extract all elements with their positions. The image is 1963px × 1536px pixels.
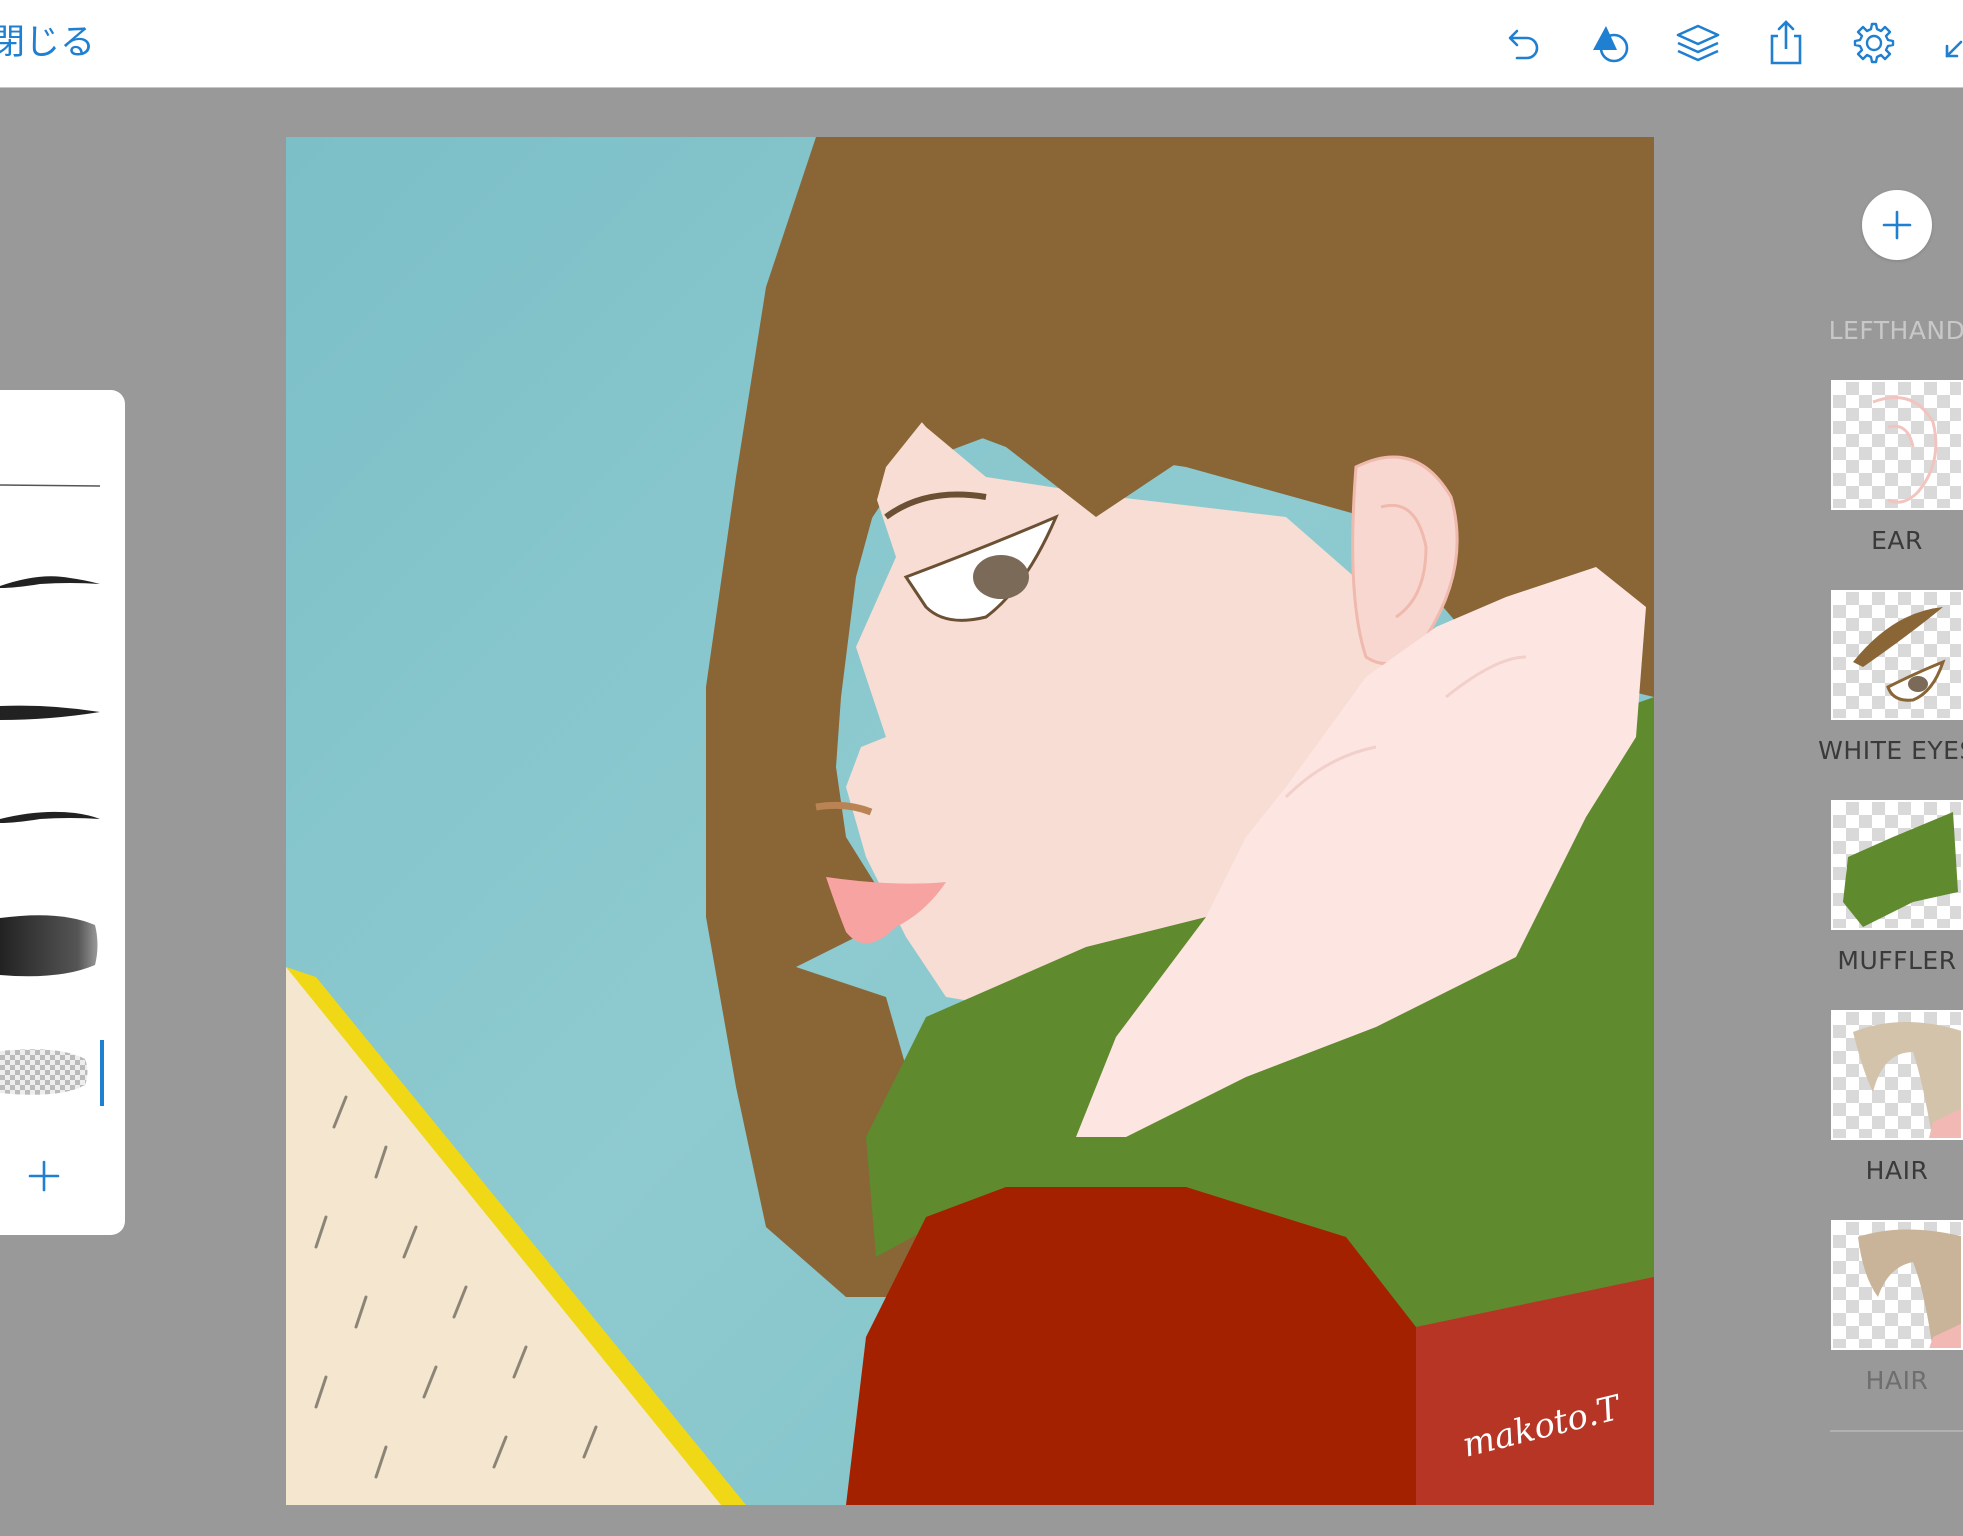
layer-list-divider xyxy=(1830,1430,1963,1432)
coat xyxy=(846,1187,1416,1505)
layer-label-muffler[interactable]: MUFFLER xyxy=(1787,946,1963,975)
top-toolbar: 閉じる xyxy=(0,0,1963,88)
artwork-canvas[interactable]: makoto.T xyxy=(286,137,1654,1505)
layer-thumb-hair-2[interactable] xyxy=(1831,1220,1963,1350)
brush-eraser[interactable] xyxy=(0,1045,100,1099)
undo-icon[interactable] xyxy=(1495,16,1549,70)
layer-thumb-ear[interactable] xyxy=(1831,380,1963,510)
close-button[interactable]: 閉じる xyxy=(0,18,95,68)
brush-fine-pen[interactable] xyxy=(0,475,100,495)
brush-tapered-2[interactable] xyxy=(0,700,100,724)
layer-thumb-white-eyes[interactable] xyxy=(1831,590,1963,720)
settings-icon[interactable] xyxy=(1847,16,1901,70)
brush-tapered-1[interactable] xyxy=(0,570,100,594)
brush-selected-indicator xyxy=(100,1040,104,1106)
collapse-icon[interactable] xyxy=(1935,16,1963,70)
add-layer-button[interactable] xyxy=(1862,190,1932,260)
layer-label-lefthand[interactable]: LEFTHAND xyxy=(1787,316,1963,345)
layer-label-hair[interactable]: HAIR xyxy=(1787,1156,1963,1185)
layer-label-ear[interactable]: EAR xyxy=(1787,526,1963,555)
layers-icon[interactable] xyxy=(1671,16,1725,70)
brush-soft-wash[interactable] xyxy=(0,910,100,980)
share-icon[interactable] xyxy=(1759,16,1813,70)
brush-panel xyxy=(0,390,125,1235)
layer-thumb-muffler[interactable] xyxy=(1831,800,1963,930)
brush-tapered-3[interactable] xyxy=(0,805,100,829)
shape-icon[interactable] xyxy=(1583,16,1637,70)
layer-thumb-hair[interactable] xyxy=(1831,1010,1963,1140)
layer-label-hair-2[interactable]: HAIR xyxy=(1787,1366,1963,1395)
add-brush-button[interactable] xyxy=(18,1150,70,1202)
layer-label-white-eyes[interactable]: WHITE EYES xyxy=(1787,736,1963,765)
